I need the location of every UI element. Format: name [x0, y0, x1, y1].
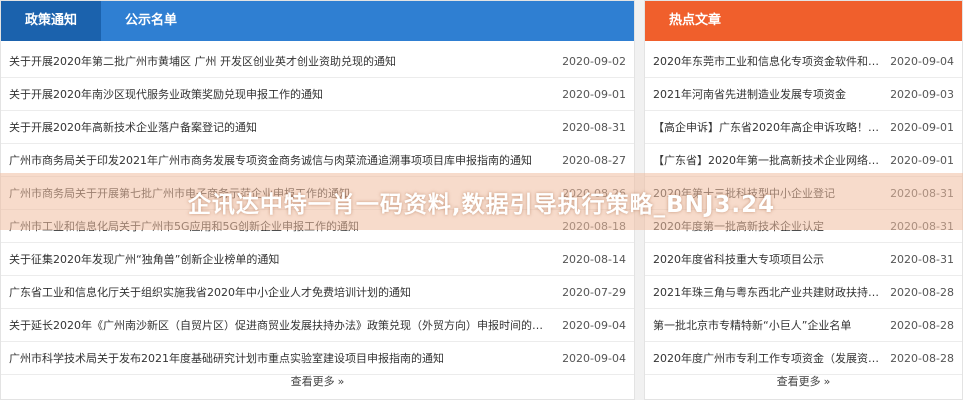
- article-date: 2020-09-02: [562, 54, 626, 68]
- policy-view-more-link[interactable]: 查看更多»: [1, 373, 634, 389]
- list-item[interactable]: 关于开展2020年南沙区现代服务业政策奖励兑现申报工作的通知 2020-09-01: [1, 78, 634, 111]
- list-item[interactable]: 关于开展2020年高新技术企业落户备案登记的通知 2020-08-31: [1, 111, 634, 144]
- tab-public-list[interactable]: 公示名单: [101, 1, 201, 41]
- article-title-link[interactable]: 关于开展2020年南沙区现代服务业政策奖励兑现申报工作的通知: [9, 86, 562, 102]
- list-item[interactable]: 2021年河南省先进制造业发展专项资金 2020-09-03: [645, 78, 962, 111]
- hot-articles-panel: 热点文章 2020年东莞市工业和信息化专项资金软件和信息服务业项目2020-09…: [644, 0, 963, 400]
- list-item[interactable]: 【广东省】2020年第一批高新技术企业网络评审结果 2020-09-01: [645, 144, 962, 177]
- article-date: 2020-08-26: [562, 186, 626, 200]
- list-item[interactable]: 广东省工业和信息化厅关于组织实施我省2020年中小企业人才免费培训计划的通知 20…: [1, 276, 634, 309]
- article-title-link[interactable]: 2020年东莞市工业和信息化专项资金软件和信息服务业项目: [653, 53, 890, 69]
- hot-view-more-link[interactable]: 查看更多»: [645, 373, 962, 389]
- article-date: 2020-09-01: [890, 153, 954, 167]
- hot-articles-list: 2020年东莞市工业和信息化专项资金软件和信息服务业项目2020-09-0420…: [645, 41, 962, 375]
- tab-policy-notice[interactable]: 政策通知: [1, 1, 102, 41]
- article-date: 2020-08-14: [562, 252, 626, 266]
- list-item[interactable]: 广州市商务局关于开展第七批广州市电子商务示范企业申报工作的通知 2020-08-2…: [1, 177, 634, 210]
- article-title-link[interactable]: 2020年第十三批科技型中小企业登记: [653, 185, 890, 201]
- article-title-link[interactable]: 2021年珠三角与粤东西北产业共建财政扶持资金: [653, 284, 890, 300]
- list-item[interactable]: 关于延长2020年《广州南沙新区（自贸片区）促进商贸业发展扶持办法》政策兑现（外…: [1, 309, 634, 342]
- article-date: 2020-08-27: [562, 153, 626, 167]
- article-title-link[interactable]: 广州市商务局关于开展第七批广州市电子商务示范企业申报工作的通知: [9, 185, 562, 201]
- list-item[interactable]: 第一批北京市专精特新“小巨人”企业名单 2020-08-28: [645, 309, 962, 342]
- article-date: 2020-08-28: [890, 351, 954, 365]
- article-title-link[interactable]: 第一批北京市专精特新“小巨人”企业名单: [653, 317, 890, 333]
- article-title-link[interactable]: 广州市科学技术局关于发布2021年度基础研究计划市重点实验室建设项目申报指南的通…: [9, 350, 562, 366]
- article-date: 2020-08-28: [890, 318, 954, 332]
- article-title-link[interactable]: 2020年度第一批高新技术企业认定: [653, 218, 890, 234]
- policy-notice-list: 关于开展2020年第二批广州市黄埔区 广州 开发区创业英才创业资助兑现的通知 20…: [1, 41, 634, 375]
- list-item[interactable]: 2020年第十三批科技型中小企业登记 2020-08-31: [645, 177, 962, 210]
- article-date: 2020-09-04: [890, 54, 954, 68]
- article-date: 2020-09-04: [562, 351, 626, 365]
- article-title-link[interactable]: 2020年度广州市专利工作专项资金（发展资金）: [653, 350, 890, 366]
- list-item[interactable]: 广州市商务局关于印发2021年广州市商务发展专项资金商务诚信与肉菜流通追溯事项项…: [1, 144, 634, 177]
- article-date: 2020-08-28: [890, 285, 954, 299]
- article-date: 2020-08-31: [890, 219, 954, 233]
- list-item[interactable]: 2020年度广州市专利工作专项资金（发展资金） 2020-08-28: [645, 342, 962, 375]
- view-more-label: 查看更多: [290, 375, 335, 388]
- article-title-link[interactable]: 关于延长2020年《广州南沙新区（自贸片区）促进商贸业发展扶持办法》政策兑现（外…: [9, 317, 562, 333]
- list-item[interactable]: 2020年度第一批高新技术企业认定 2020-08-31: [645, 210, 962, 243]
- list-item[interactable]: 关于征集2020年发现广州“独角兽”创新企业榜单的通知 2020-08-14: [1, 243, 634, 276]
- list-item[interactable]: 关于开展2020年第二批广州市黄埔区 广州 开发区创业英才创业资助兑现的通知 20…: [1, 45, 634, 78]
- list-item[interactable]: 广州市工业和信息化局关于广州市5G应用和5G创新企业申报工作的通知 2020-08…: [1, 210, 634, 243]
- article-date: 2020-07-29: [562, 285, 626, 299]
- article-date: 2020-08-18: [562, 219, 626, 233]
- hot-articles-tabbar: 热点文章: [645, 1, 962, 41]
- article-title-link[interactable]: 关于开展2020年高新技术企业落户备案登记的通知: [9, 119, 562, 135]
- article-date: 2020-09-01: [562, 87, 626, 101]
- list-item[interactable]: 广州市科学技术局关于发布2021年度基础研究计划市重点实验室建设项目申报指南的通…: [1, 342, 634, 375]
- article-title-link[interactable]: 【广东省】2020年第一批高新技术企业网络评审结果: [653, 152, 890, 168]
- article-date: 2020-09-03: [890, 87, 954, 101]
- article-title-link[interactable]: 广州市商务局关于印发2021年广州市商务发展专项资金商务诚信与肉菜流通追溯事项项…: [9, 152, 562, 168]
- article-date: 2020-08-31: [890, 252, 954, 266]
- article-title-link[interactable]: 2021年河南省先进制造业发展专项资金: [653, 86, 890, 102]
- list-item[interactable]: 2020年度省科技重大专项项目公示 2020-08-31: [645, 243, 962, 276]
- article-date: 2020-09-01: [890, 120, 954, 134]
- article-title-link[interactable]: 广州市工业和信息化局关于广州市5G应用和5G创新企业申报工作的通知: [9, 218, 562, 234]
- list-item[interactable]: 2020年东莞市工业和信息化专项资金软件和信息服务业项目2020-09-04: [645, 45, 962, 78]
- article-date: 2020-08-31: [562, 120, 626, 134]
- double-chevron-right-icon: »: [823, 375, 831, 388]
- article-title-link[interactable]: 关于征集2020年发现广州“独角兽”创新企业榜单的通知: [9, 251, 562, 267]
- article-title-link[interactable]: 广东省工业和信息化厅关于组织实施我省2020年中小企业人才免费培训计划的通知: [9, 284, 562, 300]
- policy-notice-panel: 政策通知 公示名单 关于开展2020年第二批广州市黄埔区 广州 开发区创业英才创…: [0, 0, 635, 400]
- list-item[interactable]: 【高企申诉】广东省2020年高企申诉攻略！！！ 2020-09-01: [645, 111, 962, 144]
- article-date: 2020-08-31: [890, 186, 954, 200]
- policy-tabbar: 政策通知 公示名单: [1, 1, 634, 41]
- view-more-label: 查看更多: [776, 375, 821, 388]
- double-chevron-right-icon: »: [337, 375, 345, 388]
- article-title-link[interactable]: 2020年度省科技重大专项项目公示: [653, 251, 890, 267]
- article-title-link[interactable]: 关于开展2020年第二批广州市黄埔区 广州 开发区创业英才创业资助兑现的通知: [9, 53, 562, 69]
- article-date: 2020-09-04: [562, 318, 626, 332]
- article-title-link[interactable]: 【高企申诉】广东省2020年高企申诉攻略！！！: [653, 119, 890, 135]
- tab-hot-articles[interactable]: 热点文章: [645, 1, 746, 41]
- list-item[interactable]: 2021年珠三角与粤东西北产业共建财政扶持资金 2020-08-28: [645, 276, 962, 309]
